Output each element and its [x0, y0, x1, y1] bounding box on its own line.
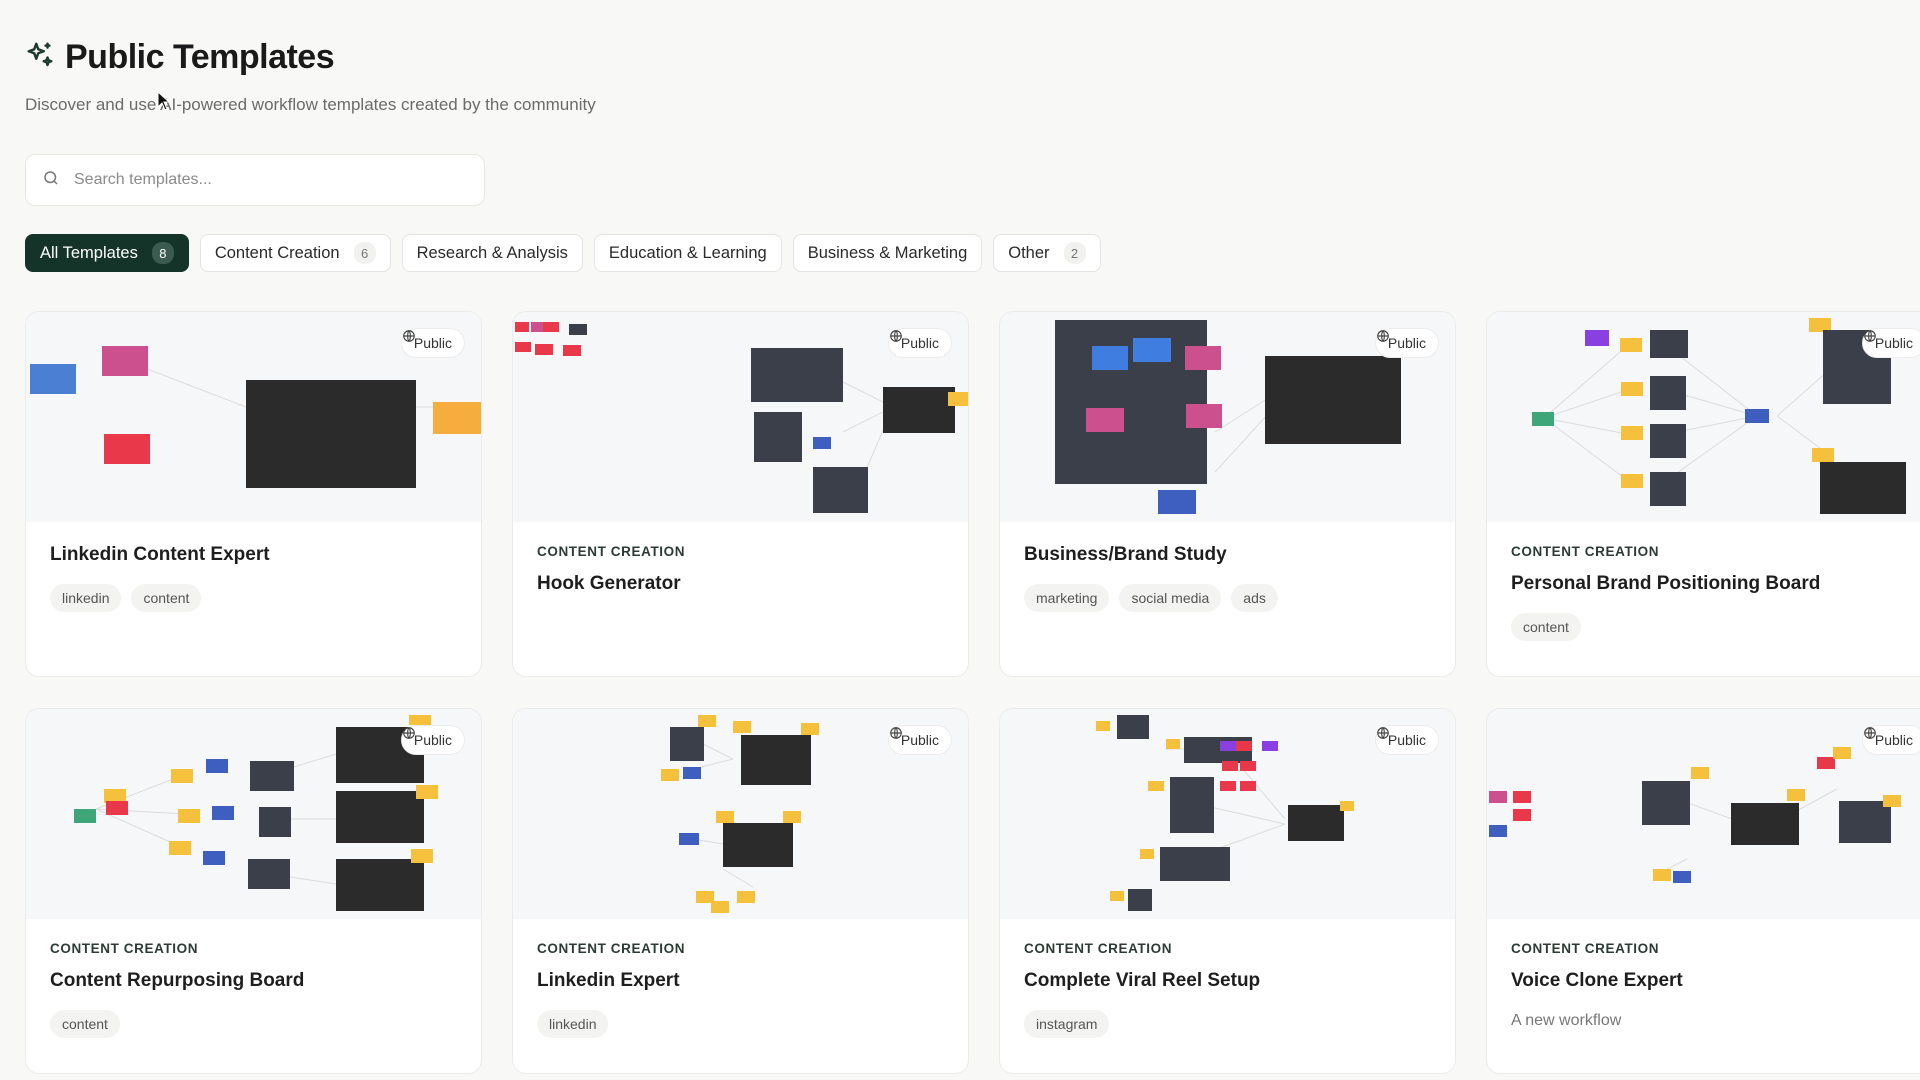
- filter-label: Business & Marketing: [807, 243, 968, 262]
- search-input[interactable]: [74, 171, 474, 189]
- card-title: Personal Brand Positioning Board: [1511, 573, 1821, 594]
- globe-icon: [1377, 330, 1389, 342]
- workflow-preview: Public: [513, 312, 968, 522]
- template-card[interactable]: Public CONTENT CREATION Content Repurpos…: [25, 708, 482, 1074]
- workflow-preview: Public: [1487, 312, 1920, 522]
- filter-count: 8: [151, 242, 174, 264]
- card-title: Complete Viral Reel Setup: [1024, 970, 1261, 991]
- card-description: A new workflow: [1511, 1012, 1622, 1029]
- public-badge: Public: [400, 328, 465, 358]
- card-title: Business/Brand Study: [1024, 544, 1227, 565]
- globe-icon: [1864, 727, 1876, 739]
- filter-label: Research & Analysis: [416, 243, 568, 262]
- filter-label: Content Creation: [214, 243, 340, 262]
- card-title: Content Repurposing Board: [50, 970, 305, 991]
- card-category: CONTENT CREATION: [1511, 941, 1660, 956]
- card-title: Linkedin Content Expert: [50, 544, 270, 565]
- globe-icon: [890, 330, 902, 342]
- template-card[interactable]: Public CONTENT CREATION Voice Clone Expe…: [1486, 708, 1920, 1074]
- template-card[interactable]: Public Business/Brand Study marketing so…: [999, 311, 1456, 677]
- filter-label: Education & Learning: [608, 243, 767, 262]
- public-badge: Public: [1861, 725, 1920, 755]
- workflow-preview: Public: [1000, 312, 1455, 522]
- globe-icon: [403, 727, 415, 739]
- category-filters: All Templates 8 Content Creation 6 Resea…: [25, 234, 1101, 272]
- card-title: Hook Generator: [537, 573, 681, 594]
- page-title: Public Templates: [65, 38, 335, 76]
- sparkle-icon: [25, 40, 55, 75]
- tag: instagram: [1024, 1010, 1110, 1038]
- public-badge: Public: [887, 725, 952, 755]
- search-box[interactable]: [25, 154, 485, 206]
- public-badge: Public: [1861, 328, 1920, 358]
- globe-icon: [1864, 330, 1876, 342]
- card-title: Linkedin Expert: [537, 970, 680, 991]
- search-icon: [42, 169, 60, 192]
- filter-research-analysis[interactable]: Research & Analysis: [401, 234, 583, 272]
- workflow-preview: Public: [26, 312, 481, 522]
- tag: linkedin: [50, 584, 122, 612]
- workflow-preview: Public: [513, 709, 968, 919]
- card-category: CONTENT CREATION: [537, 544, 686, 559]
- page-subtitle: Discover and use AI-powered workflow tem…: [25, 95, 596, 114]
- filter-business-marketing[interactable]: Business & Marketing: [792, 234, 983, 272]
- filter-label: Other: [1008, 243, 1050, 262]
- workflow-preview: Public: [1487, 709, 1920, 919]
- card-category: CONTENT CREATION: [50, 941, 199, 956]
- card-category: CONTENT CREATION: [1024, 941, 1173, 956]
- tag: marketing: [1024, 584, 1110, 612]
- filter-count: 2: [1063, 242, 1086, 264]
- card-category: CONTENT CREATION: [537, 941, 686, 956]
- public-badge: Public: [887, 328, 952, 358]
- filter-count: 6: [353, 242, 376, 264]
- template-card[interactable]: Public Linkedin Content Expert linkedin …: [25, 311, 482, 677]
- mouse-cursor-icon: [157, 90, 171, 116]
- globe-icon: [403, 330, 415, 342]
- tag: linkedin: [537, 1010, 609, 1038]
- template-card[interactable]: Public CONTENT CREATION Linkedin Expert …: [512, 708, 969, 1074]
- public-badge: Public: [400, 725, 465, 755]
- tag: social media: [1119, 584, 1222, 612]
- page-header: Public Templates Discover and use AI-pow…: [25, 38, 596, 115]
- globe-icon: [890, 727, 902, 739]
- template-card[interactable]: Public CONTENT CREATION Personal Brand P…: [1486, 311, 1920, 677]
- filter-content-creation[interactable]: Content Creation 6: [199, 234, 391, 272]
- tag: content: [131, 584, 202, 612]
- filter-all-templates[interactable]: All Templates 8: [25, 234, 189, 272]
- card-category: CONTENT CREATION: [1511, 544, 1660, 559]
- workflow-preview: Public: [26, 709, 481, 919]
- tag: ads: [1231, 584, 1278, 612]
- template-card[interactable]: Public CONTENT CREATION Complete Viral R…: [999, 708, 1456, 1074]
- filter-education-learning[interactable]: Education & Learning: [593, 234, 782, 272]
- filter-label: All Templates: [40, 243, 138, 262]
- public-badge: Public: [1374, 725, 1439, 755]
- tag: content: [1511, 613, 1581, 641]
- filter-other[interactable]: Other 2: [993, 234, 1101, 272]
- card-title: Voice Clone Expert: [1511, 970, 1683, 991]
- public-badge: Public: [1374, 328, 1439, 358]
- tag: content: [50, 1010, 120, 1038]
- template-card[interactable]: Public CONTENT CREATION Hook Generator: [512, 311, 969, 677]
- globe-icon: [1377, 727, 1389, 739]
- workflow-preview: Public: [1000, 709, 1455, 919]
